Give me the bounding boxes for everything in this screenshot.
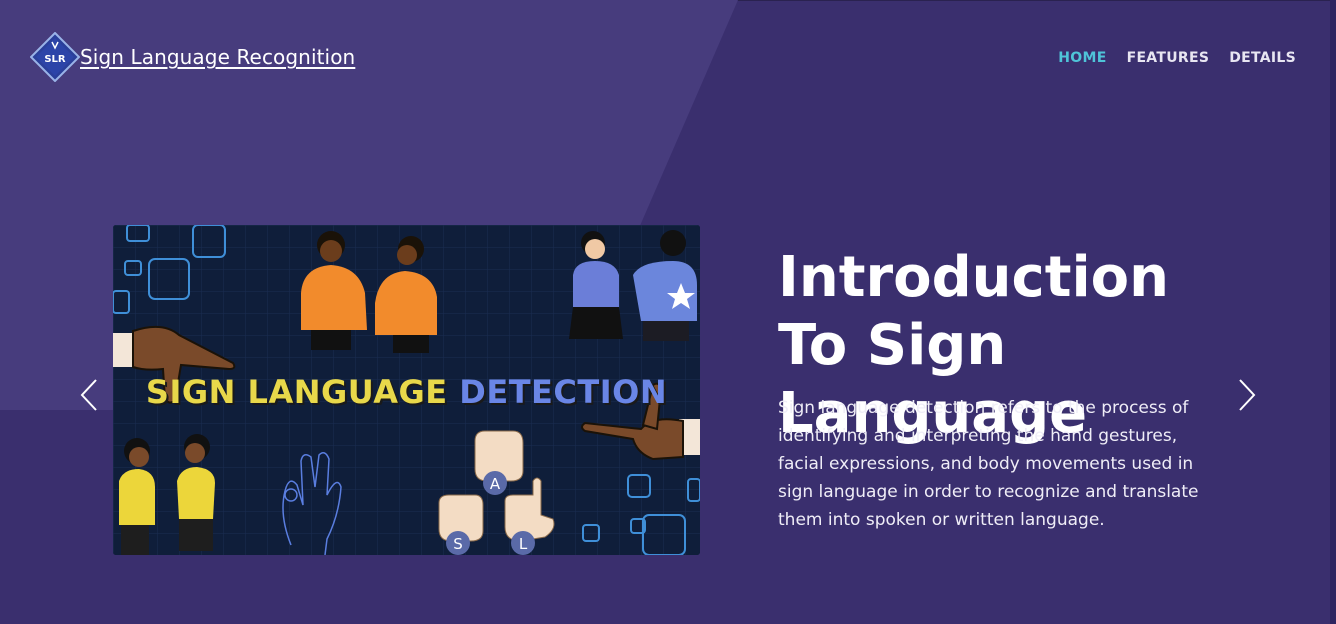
asl-letter-l: L [519,535,528,553]
main-nav: HOME FEATURES DETAILS [1058,50,1296,66]
right-edge-bar [1330,0,1336,624]
slide-description: Sign language detection refers to the pr… [778,398,1199,530]
nav-item-home[interactable]: HOME [1058,50,1106,66]
brand-link[interactable]: SLR Sign Language Recognition [30,32,355,82]
nav-item-features[interactable]: FEATURES [1127,50,1210,66]
chevron-left-icon[interactable] [74,378,104,412]
slide-image: A S L SIGN LANGUAGE DETECTION [113,225,700,555]
nav-item-details[interactable]: DETAILS [1229,50,1296,66]
slide-image-title-part2: DETECTION [459,373,668,411]
asl-letter-a: A [490,475,501,493]
slide-image-title: SIGN LANGUAGE DETECTION [113,373,700,411]
slr-logo-icon: SLR [30,32,80,82]
slide-image-title-part1: SIGN LANGUAGE [145,373,448,411]
brand-name: Sign Language Recognition [80,45,356,69]
asl-letter-s: S [453,535,463,553]
logo-text: SLR [44,54,66,65]
